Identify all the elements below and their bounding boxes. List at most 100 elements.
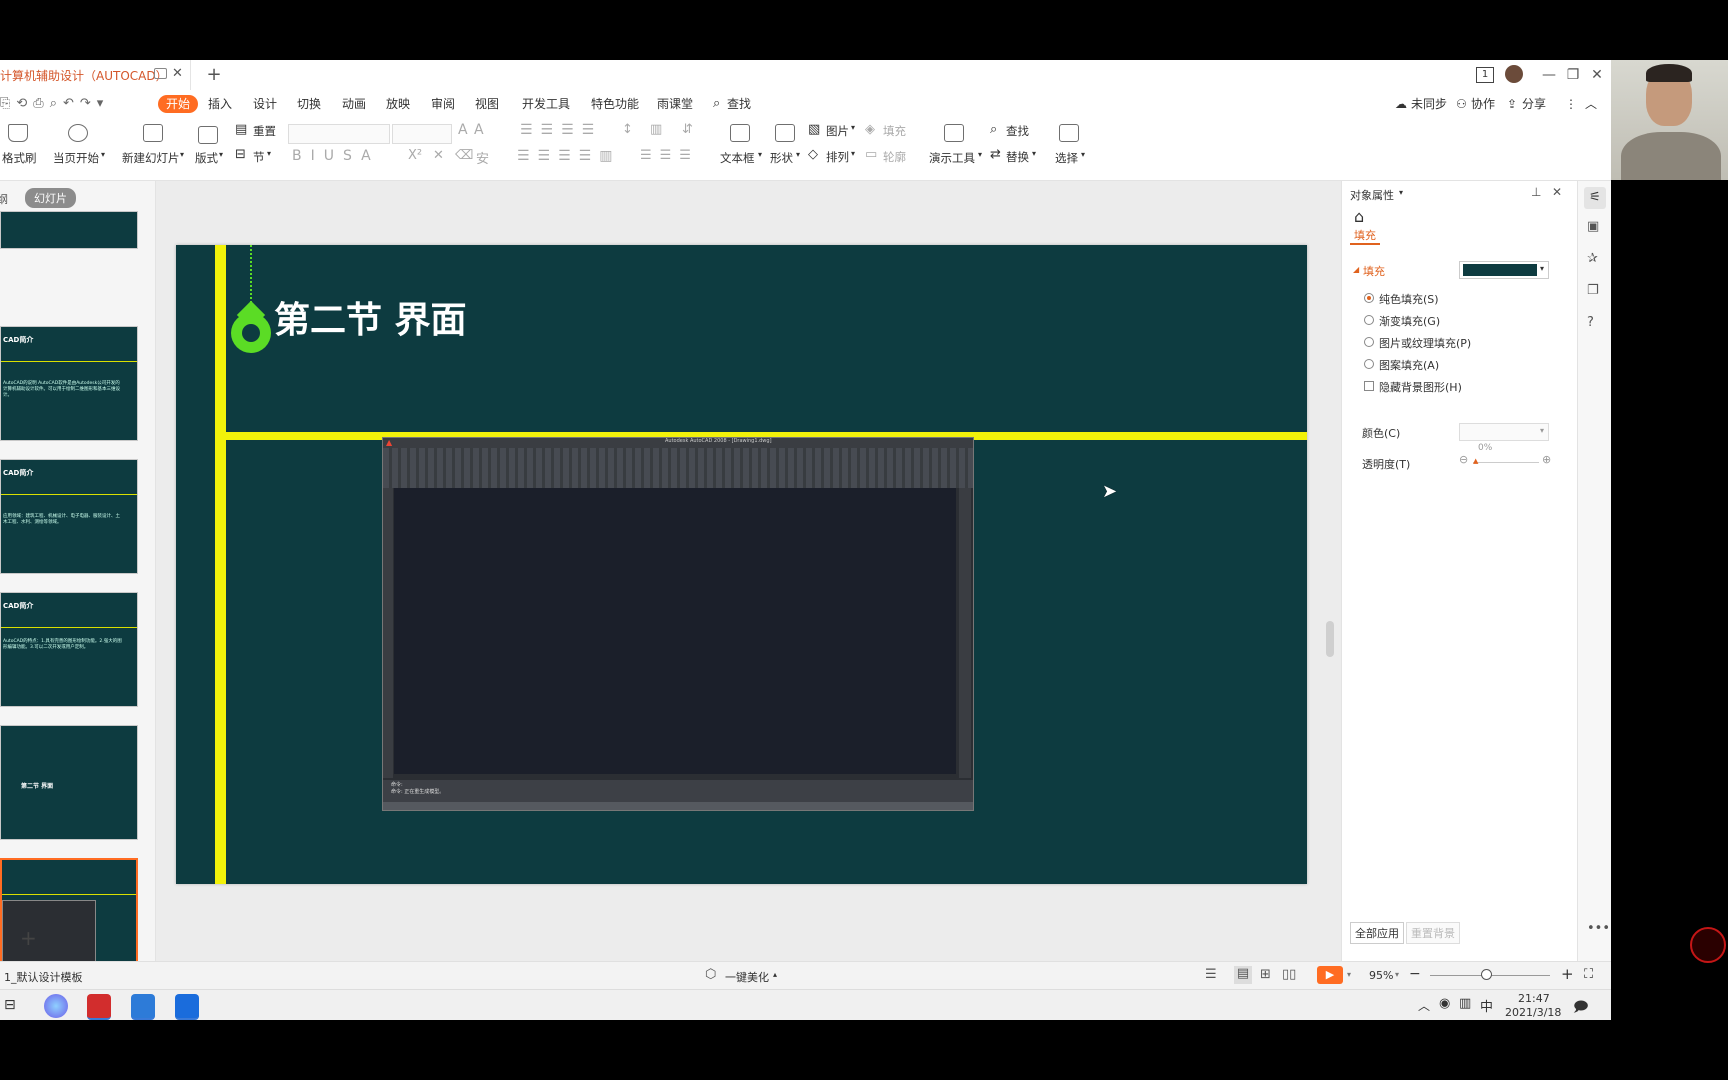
pattern-fill-radio[interactable] (1364, 359, 1374, 369)
outline-icon[interactable]: ▭ (865, 147, 877, 162)
tray-network-icon[interactable]: ▥ (1459, 996, 1471, 1011)
beautify-button[interactable]: 一键美化 (725, 969, 769, 985)
menu-insert[interactable]: 插入 (208, 95, 232, 113)
textbox-button[interactable]: 文本框 (720, 150, 755, 166)
font-name-select[interactable] (288, 124, 390, 144)
format-painter-icon[interactable] (8, 124, 28, 142)
pattern-fill-label[interactable]: 图案填充(A) (1379, 357, 1439, 373)
tray-time[interactable]: 21:47 (1518, 992, 1550, 1005)
list-icons[interactable]: ☰☰☰☰ (520, 122, 602, 138)
close-window-icon[interactable]: ✕ (1588, 60, 1606, 90)
animation-tool-icon[interactable]: ✰ (1587, 251, 1598, 266)
taskbar-wps-icon[interactable] (131, 994, 155, 1020)
sync-status[interactable]: 未同步 (1411, 95, 1447, 113)
reset-button[interactable]: 重置 (253, 123, 276, 139)
shape-button[interactable]: 形状 (770, 150, 793, 166)
picture-button[interactable]: 图片 (826, 123, 849, 139)
zoom-dropdown-icon[interactable]: ▾ (1395, 970, 1399, 979)
help-icon[interactable]: ? (1587, 315, 1594, 330)
fill-color-picker[interactable]: ▾ (1459, 261, 1549, 279)
apply-all-button[interactable]: 全部应用 (1350, 922, 1404, 944)
picture-dropdown-icon[interactable]: ▾ (851, 123, 855, 132)
pin-icon[interactable]: ⊥ (1531, 185, 1541, 199)
more-tools-icon[interactable]: ••• (1587, 921, 1610, 936)
replace-icon[interactable]: ⇄ (990, 147, 1001, 162)
collab-button[interactable]: 协作 (1471, 95, 1495, 113)
notes-toggle-icon[interactable]: ☰ (1205, 967, 1217, 982)
font-size-select[interactable] (392, 124, 452, 144)
layout-button[interactable]: 版式 (195, 150, 218, 166)
play-dropdown-icon[interactable]: ▾ (1347, 970, 1351, 979)
menu-developer[interactable]: 开发工具 (522, 95, 570, 113)
line-spacing-icon[interactable]: ↕ (622, 122, 633, 137)
section-icon[interactable]: ⊟ (235, 147, 246, 162)
beautify-dropdown-icon[interactable]: ▴ (773, 970, 777, 979)
gradient-fill-radio[interactable] (1364, 315, 1374, 325)
menu-find[interactable]: 查找 (727, 95, 751, 113)
picture-fill-radio[interactable] (1364, 337, 1374, 347)
share-button[interactable]: 分享 (1522, 95, 1546, 113)
menu-animation[interactable]: 动画 (342, 95, 366, 113)
page-count-badge[interactable]: 1 (1476, 67, 1494, 83)
menu-view[interactable]: 视图 (475, 95, 499, 113)
find-button[interactable]: 查找 (1006, 123, 1029, 139)
tab-outline[interactable]: 大纲 (0, 191, 8, 207)
text-format-icons[interactable]: BIUSA (292, 148, 380, 164)
hide-background-checkbox[interactable] (1364, 381, 1374, 391)
transparency-slider-handle[interactable]: ▲ (1473, 457, 1478, 465)
taskbar-meeting-icon[interactable] (175, 994, 199, 1020)
slide-thumbnail-cad-intro-3[interactable]: CAD简介 AutoCAD的特点：1.具有完善的图形绘制功能。2.强大的图形编辑… (0, 592, 138, 707)
font-size-controls-icon[interactable]: AA (458, 122, 490, 138)
cloud-sync-icon[interactable]: ☁ (1395, 95, 1407, 113)
menu-design[interactable]: 设计 (253, 95, 277, 113)
collapse-ribbon-icon[interactable]: ︿ (1585, 95, 1597, 113)
beautify-icon[interactable]: ⬡ (705, 967, 716, 982)
presentation-tools-dropdown-icon[interactable]: ▾ (978, 150, 982, 159)
slide-tool-icon[interactable]: ▣ (1587, 219, 1599, 234)
clear-format-icon[interactable]: ✕ (433, 148, 444, 163)
restore-icon[interactable]: ❐ (1564, 60, 1582, 90)
play-slideshow-icon[interactable]: ▶ (1317, 966, 1343, 984)
superscript-icon[interactable]: X² (408, 148, 422, 163)
notification-center-icon[interactable]: 🗩 (1573, 996, 1589, 1020)
reading-view-icon[interactable]: ▯▯ (1282, 967, 1296, 982)
tray-date[interactable]: 2021/3/18 (1505, 1006, 1561, 1019)
slide-thumbnail-cad-intro-1[interactable]: CAD简介 AutoCAD的说明 AutoCAD软件是由Autodesk公司开发… (0, 326, 138, 441)
current-slide[interactable]: 第二节 界面 ▲ Autodesk AutoCAD 2008 - [Drawin… (176, 245, 1307, 884)
zoom-slider-handle[interactable] (1481, 969, 1492, 980)
close-tab-icon[interactable]: ✕ (172, 66, 183, 81)
textbox-dropdown-icon[interactable]: ▾ (758, 150, 762, 159)
transparency-slider[interactable] (1473, 462, 1539, 463)
gradient-fill-label[interactable]: 渐变填充(G) (1379, 313, 1440, 329)
slide-thumbnail-partial[interactable] (0, 211, 138, 249)
menu-review[interactable]: 审阅 (431, 95, 455, 113)
outline-button[interactable]: 轮廓 (883, 149, 906, 165)
fill-button[interactable]: 填充 (883, 123, 906, 139)
replace-button[interactable]: 替换 (1006, 149, 1029, 165)
fill-icon[interactable]: ◈ (865, 122, 875, 137)
text-direction-icon[interactable]: ⇵ (682, 122, 693, 137)
slide-thumbnail-cad-intro-2[interactable]: CAD简介 应用领域：建筑工程、机械设计、电子电器、服装设计、土木工程、水利、测… (0, 459, 138, 574)
new-slide-icon[interactable] (143, 124, 163, 142)
slide-title[interactable]: 第二节 界面 (274, 291, 467, 343)
new-tab-icon[interactable]: + (204, 60, 224, 90)
share-icon[interactable]: ⇪ (1507, 95, 1517, 113)
select-dropdown-icon[interactable]: ▾ (1081, 150, 1085, 159)
menu-transition[interactable]: 切换 (297, 95, 321, 113)
fill-section-collapse-icon[interactable]: ◢ (1353, 265, 1359, 274)
autocad-screenshot-image[interactable]: ▲ Autodesk AutoCAD 2008 - [Drawing1.dwg]… (382, 437, 974, 811)
columns-icon[interactable]: ▥ (650, 122, 662, 137)
properties-tool-icon[interactable]: ⚟ (1584, 187, 1606, 209)
replace-dropdown-icon[interactable]: ▾ (1032, 149, 1036, 158)
phonetic-icon[interactable]: 安 (476, 148, 489, 167)
tray-ime-indicator[interactable]: 中 (1480, 996, 1493, 1015)
copy-tool-icon[interactable]: ❐ (1587, 283, 1599, 298)
section-button[interactable]: 节 (253, 149, 265, 165)
textbox-icon[interactable] (730, 124, 750, 142)
arrange-button[interactable]: 排列 (826, 149, 849, 165)
zoom-in-icon[interactable]: + (1561, 965, 1574, 983)
menu-rain-classroom[interactable]: 雨课堂 (657, 95, 693, 113)
taskbar-autocad-icon[interactable] (87, 994, 111, 1020)
user-avatar[interactable] (1505, 65, 1523, 83)
picture-icon[interactable]: ▧ (808, 122, 820, 137)
